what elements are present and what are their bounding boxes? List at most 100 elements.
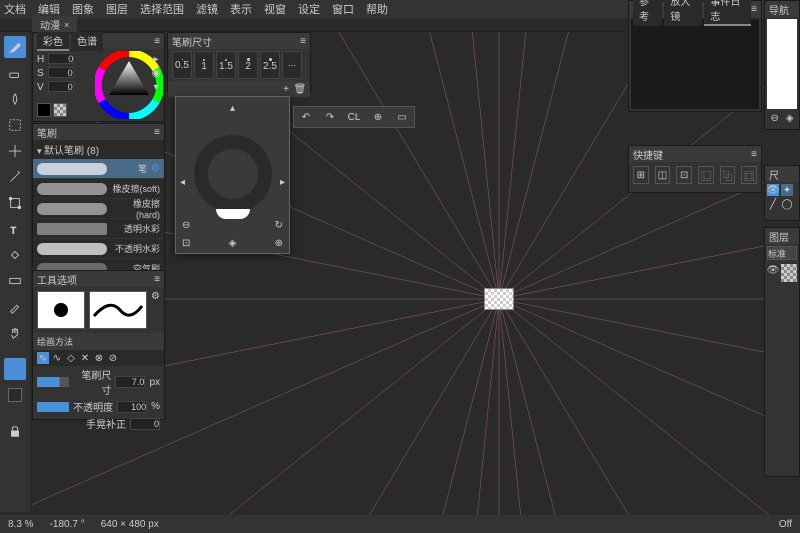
shortcut-2[interactable]: ◫ (655, 166, 671, 184)
size-slider[interactable] (37, 377, 69, 387)
chevron-right-icon[interactable]: ▸ (280, 177, 285, 188)
zoom-fit-icon[interactable]: ⊡ (182, 238, 190, 249)
fg-swatch[interactable] (37, 103, 51, 117)
wand-tool[interactable] (4, 166, 26, 188)
gradient-tool[interactable] (4, 270, 26, 292)
ruler-line-icon[interactable]: ╱ (767, 198, 779, 210)
menu-help[interactable]: 帮助 (366, 1, 388, 17)
menu-layer[interactable]: 图层 (106, 1, 128, 17)
fill-tool[interactable] (4, 244, 26, 266)
delete-icon[interactable]: 🗑 (294, 83, 306, 95)
stabilizer-input[interactable] (130, 418, 160, 430)
brush-item[interactable]: 橡皮擦(soft) (33, 179, 164, 199)
blend-5-icon[interactable]: ⊗ (93, 352, 105, 364)
shield-icon[interactable]: ◈ (229, 238, 237, 249)
color-target-icon[interactable]: ◉ (150, 67, 162, 79)
ref-tab[interactable]: 参考 (633, 0, 662, 26)
color-history-icon[interactable]: ▸ (150, 53, 162, 65)
smudge-tool[interactable] (4, 88, 26, 110)
gear-icon[interactable]: ⚙ (151, 291, 160, 329)
opacity-slider[interactable] (37, 402, 69, 412)
shortcut-1[interactable]: ⊞ (633, 166, 649, 184)
chevron-up-icon[interactable]: ▴ (176, 97, 289, 120)
panel-menu-icon[interactable]: ≡ (154, 36, 160, 47)
shortcut-6[interactable]: ⿴ (741, 166, 757, 184)
blend-4-icon[interactable]: ✕ (79, 352, 91, 364)
panel-menu-icon[interactable]: ≡ (751, 4, 757, 15)
menu-filter[interactable]: 滤镜 (196, 1, 218, 17)
brush-group[interactable]: ▾ 默认笔刷 (8) (33, 140, 164, 159)
shortcut-4[interactable]: ⿺ (698, 166, 714, 184)
fgcolor-tool[interactable] (4, 358, 26, 380)
move-tool[interactable] (4, 140, 26, 162)
val-input[interactable] (48, 81, 74, 92)
close-icon[interactable]: × (64, 20, 69, 30)
brush-popup[interactable]: ▴ ◂ ▸ ⊡ ◈ ⊕ ⊖ ↻ (175, 96, 290, 254)
blend-normal-icon[interactable]: ∿ (37, 352, 49, 364)
menu-view[interactable]: 表示 (230, 1, 252, 17)
reference-view[interactable] (631, 19, 759, 109)
add-icon[interactable]: + (280, 83, 292, 95)
brushsize-0.5[interactable]: 0.5 (172, 51, 192, 79)
transform-tool[interactable] (4, 192, 26, 214)
size-input[interactable] (115, 376, 145, 388)
color-mode-icon[interactable]: ▾ (150, 81, 162, 93)
brush-item[interactable]: 不透明水彩 (33, 239, 164, 259)
document-tab[interactable]: 动漫× (32, 16, 77, 33)
menu-image[interactable]: 图象 (72, 1, 94, 17)
panel-menu-icon[interactable]: ≡ (751, 149, 757, 160)
blendmode-select[interactable] (767, 246, 797, 260)
lock-tool[interactable] (4, 420, 26, 442)
panel-icon[interactable]: ▭ (394, 109, 410, 125)
panel-menu-icon[interactable]: ≡ (154, 127, 160, 138)
eraser-tool[interactable] (4, 62, 26, 84)
ruler-ellipse-icon[interactable]: ◯ (781, 198, 793, 210)
menu-edit[interactable]: 编辑 (38, 1, 60, 17)
brushsize-1[interactable]: 1 (194, 51, 214, 79)
hue-input[interactable] (48, 53, 74, 64)
clear-button[interactable]: CL (346, 109, 362, 125)
menu-select[interactable]: 选择范围 (140, 1, 184, 17)
eyedropper-tool[interactable] (4, 296, 26, 318)
undo-icon[interactable]: ↶ (298, 109, 314, 125)
redo-icon[interactable]: ↷ (322, 109, 338, 125)
brush-tool[interactable] (4, 36, 26, 58)
layer-thumb[interactable] (781, 264, 797, 282)
eye-icon[interactable]: 👁 (767, 264, 779, 276)
blend-3-icon[interactable]: ◇ (65, 352, 77, 364)
rotate-icon[interactable]: ↻ (275, 220, 283, 231)
eye-icon[interactable]: 👁 (767, 184, 779, 196)
eventlog-tab[interactable]: 事件日志 (704, 0, 751, 26)
brush-arc[interactable] (216, 209, 250, 219)
magnifier-tab[interactable]: 放大镜 (664, 0, 702, 26)
hand-tool[interactable] (4, 322, 26, 344)
selection-tool[interactable] (4, 114, 26, 136)
brush-item[interactable]: 笔⚙ (33, 159, 164, 179)
brushsize-more[interactable]: ⋯ (282, 51, 302, 79)
panel-menu-icon[interactable]: ≡ (300, 36, 306, 47)
shortcut-5[interactable]: ⿻ (720, 166, 736, 184)
menu-window[interactable]: 视窗 (264, 1, 286, 17)
brushsize-1.5[interactable]: 1.5 (216, 51, 236, 79)
bgcolor-tool[interactable] (4, 384, 26, 406)
shortcut-3[interactable]: ⊡ (676, 166, 692, 184)
color-tab[interactable]: 彩色 (37, 32, 69, 51)
sat-input[interactable] (48, 67, 74, 78)
zoom-out-icon[interactable]: ⊖ (182, 220, 190, 231)
swatch-tab[interactable]: 色谱 (71, 32, 103, 51)
brush-ring[interactable] (194, 135, 272, 213)
ruler-radial-icon[interactable]: ✦ (781, 184, 793, 196)
blend-2-icon[interactable]: ∿ (51, 352, 63, 364)
text-tool[interactable]: T (4, 218, 26, 240)
chevron-left-icon[interactable]: ◂ (180, 177, 185, 188)
zoom-in-icon[interactable]: ⊕ (275, 238, 283, 249)
panel-menu-icon[interactable]: ≡ (154, 274, 160, 285)
navigator-preview[interactable] (767, 19, 797, 109)
menu-settings[interactable]: 设定 (298, 1, 320, 17)
brushsize-2[interactable]: 2 (238, 51, 258, 79)
menu-win2[interactable]: 窗口 (332, 1, 354, 17)
brush-item[interactable]: 透明水彩 (33, 219, 164, 239)
blend-6-icon[interactable]: ⊘ (107, 352, 119, 364)
menu-file[interactable]: 文档 (4, 1, 26, 17)
opacity-input[interactable] (117, 401, 147, 413)
